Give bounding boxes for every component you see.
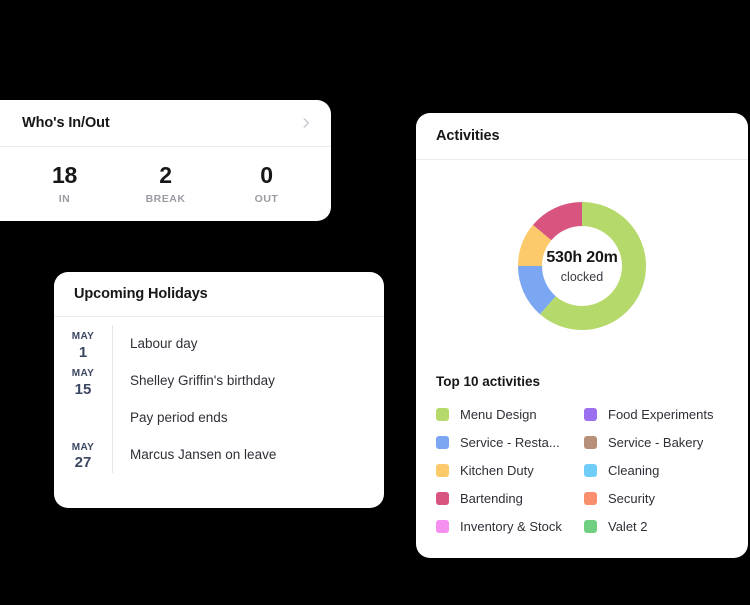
stat-break[interactable]: 2 BREAK: [115, 161, 216, 206]
legend-item[interactable]: Security: [584, 484, 728, 512]
stat-in-value: 18: [52, 161, 77, 188]
holiday-date: MAY 27: [54, 436, 112, 473]
legend-swatch-icon: [436, 519, 449, 533]
stat-in[interactable]: 18 IN: [14, 161, 115, 206]
holiday-month: MAY: [71, 441, 95, 453]
legend-item-label: Inventory & Stock: [460, 518, 562, 534]
list-item[interactable]: MAY 15 Shelley Griffin's birthday: [54, 362, 384, 400]
whos-in-out-stats: 18 IN 2 BREAK 0 OUT: [0, 147, 331, 221]
legend-swatch-icon: [436, 407, 449, 421]
legend-item[interactable]: Kitchen Duty: [436, 456, 580, 484]
holiday-day: 27: [74, 454, 92, 471]
legend-swatch-icon: [584, 435, 597, 449]
legend-swatch-icon: [584, 463, 597, 477]
legend-swatch-icon: [436, 491, 449, 505]
whos-in-out-title: Who's In/Out: [22, 115, 110, 131]
holiday-date: MAY 1: [54, 325, 112, 362]
holiday-name: Pay period ends: [130, 410, 228, 425]
activities-title: Activities: [436, 128, 500, 144]
list-item[interactable]: MAY 1 Labour day: [54, 325, 384, 363]
donut-chart: 530h 20m clocked: [416, 160, 748, 372]
holiday-name: Shelley Griffin's birthday: [130, 373, 275, 389]
legend-item-label: Bartending: [460, 490, 523, 506]
legend-swatch-icon: [584, 407, 597, 421]
legend-item-label: Cleaning: [608, 462, 660, 478]
legend-item-label: Food Experiments: [608, 406, 714, 422]
legend-item[interactable]: Cleaning: [584, 456, 728, 484]
stat-out-value: 0: [260, 161, 273, 188]
holiday-day: 15: [74, 380, 92, 398]
legend-item-label: Security: [608, 490, 655, 506]
stat-out[interactable]: 0 OUT: [216, 161, 317, 206]
activities-card: Activities 530h 20m clocked Top 10 activ…: [416, 113, 748, 558]
legend-item[interactable]: Inventory & Stock: [436, 512, 580, 540]
stat-break-label: BREAK: [145, 193, 186, 206]
legend-swatch-icon: [436, 463, 449, 477]
legend-swatch-icon: [584, 491, 597, 505]
list-item[interactable]: Pay period ends: [54, 399, 384, 436]
legend-item-label: Kitchen Duty: [460, 462, 534, 478]
whos-in-out-card[interactable]: Who's In/Out 18 IN 2 BREAK 0 OUT: [0, 100, 331, 221]
holiday-month: MAY: [71, 331, 95, 342]
holiday-month: MAY: [71, 368, 95, 380]
upcoming-holidays-title: Upcoming Holidays: [74, 286, 208, 302]
holiday-day: 1: [78, 343, 88, 361]
activities-legend: Menu Design Food Experiments Service - Res…: [416, 400, 748, 540]
stat-out-label: OUT: [254, 193, 279, 206]
legend-title: Top 10 activities: [436, 374, 541, 389]
upcoming-holidays-header: Upcoming Holidays: [54, 272, 384, 317]
legend-item[interactable]: Valet 2: [584, 512, 728, 540]
holiday-date: [54, 400, 112, 436]
donut-chart-svg: [518, 202, 646, 330]
legend-item-label: Service - Resta...: [460, 434, 560, 450]
stat-in-label: IN: [58, 193, 71, 206]
whos-in-out-header: Who's In/Out: [0, 100, 331, 147]
legend-item-label: Menu Design: [460, 406, 537, 422]
legend-item[interactable]: Service - Resta...: [436, 428, 580, 456]
upcoming-holidays-card: Upcoming Holidays MAY 1 Labour day MAY 1…: [54, 272, 384, 508]
legend-item[interactable]: Menu Design: [436, 400, 580, 428]
stat-break-value: 2: [159, 161, 172, 188]
legend-item-label: Service - Bakery: [608, 434, 704, 450]
list-item[interactable]: MAY 27 Marcus Jansen on leave: [54, 435, 384, 473]
legend-item[interactable]: Food Experiments: [584, 400, 728, 428]
chevron-right-icon[interactable]: [299, 116, 313, 130]
legend-swatch-icon: [436, 435, 449, 449]
holiday-name: Marcus Jansen on leave: [130, 446, 277, 462]
legend-item[interactable]: Service - Bakery: [584, 428, 728, 456]
holiday-list: MAY 1 Labour day MAY 15 Shelley Griffin'…: [54, 317, 384, 483]
holiday-name: Labour day: [130, 336, 198, 352]
holiday-date: MAY 15: [54, 362, 112, 399]
activities-header: Activities: [416, 113, 748, 160]
legend-item[interactable]: Bartending: [436, 484, 580, 512]
legend-swatch-icon: [584, 519, 597, 533]
legend-item-label: Valet 2: [608, 518, 648, 534]
